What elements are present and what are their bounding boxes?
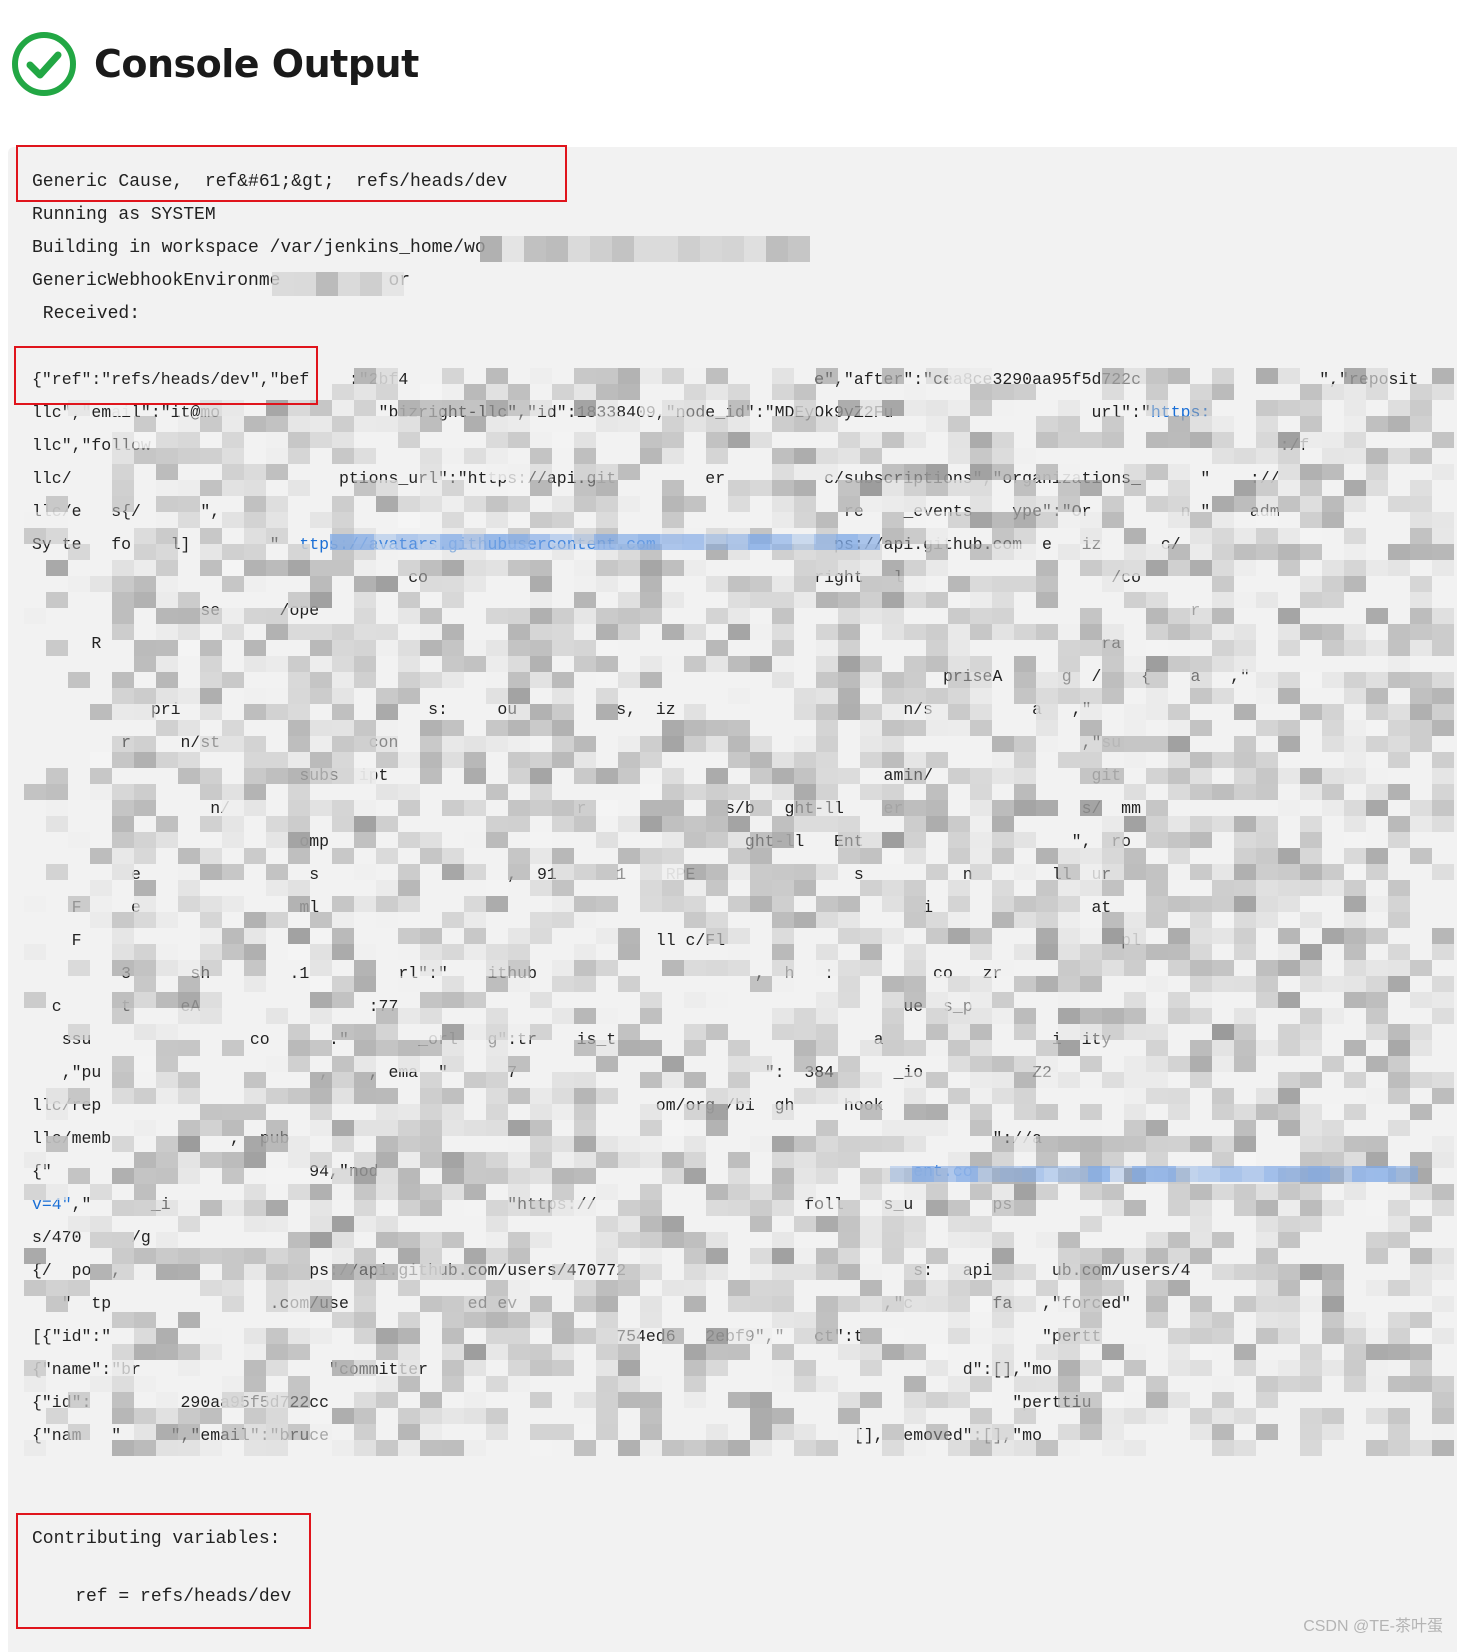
payload-line: llc/ ptions_url":"https://api.git er c/s… [32,468,1280,490]
payload-line: ssu co ." _orl g":tr is_t a i ity [32,1029,1112,1051]
payload-fragment: omp ght-ll Ent ", ro [32,832,1132,851]
payload-fragment: ," _i "https:// foll s_u ps [71,1195,1013,1214]
page-header: Console Output [10,30,419,98]
payload-line: r n/st con ,"su [32,732,1121,754]
payload-fragment: subs ipt amin/ git [32,766,1122,785]
payload-line: {" 94,"nod ent.co [32,1161,973,1183]
payload-link-fragment: https: [1150,403,1211,422]
highlight-box-variables [16,1513,311,1629]
payload-line: se /ope r [32,600,1200,622]
payload-fragment: {"id": 290aa95f5d722cc "perttiu [32,1393,1092,1412]
payload-line: llc/memb , pub "://a [32,1128,1042,1150]
highlight-box-ref [14,346,318,405]
payload-fragment: llc/rep om/org /bi gh hook [32,1096,884,1115]
payload-fragment: co right l /co [32,568,1141,587]
payload-fragment: 3 sh .1 rl":" ithub , h : co zr [32,964,1003,983]
payload-line: [{"id":" 754ed6 2ebf9"," ct":t "pertt [32,1326,1101,1348]
payload-fragment: priseA g / { a ," [32,667,1250,686]
payload-fragment: s/470 /g [32,1228,864,1247]
highlight-box-cause [16,145,567,202]
payload-line: F ll c/Fl pl [32,930,1141,952]
payload-line: e s , 91 1 RPE s n ll ur [32,864,1111,886]
payload-line: omp ght-ll Ent ", ro [32,831,1131,853]
payload-line: ,"pu , , ema " 7 ": 384 _io Z2 [32,1062,1052,1084]
watermark: CSDN @TE-茶叶蛋 [1303,1618,1443,1635]
payload-fragment: {"name":"br "committer d":[],"mo [32,1360,1052,1379]
payload-link-fragment: ttps://avatars.githubusercontent.com [279,535,676,554]
payload-fragment: r n/st con ,"su [32,733,1122,752]
payload-link-fragment: v=4" [32,1195,72,1214]
payload-line: subs ipt amin/ git [32,765,1121,787]
payload-fragment: llc","email":"it@mo "bizright-llc","id":… [32,403,1151,422]
payload-line: n/ r s/b ght-ll er s/ mm [32,798,1141,820]
payload-line: 3 sh .1 rl":" ithub , h : co zr [32,963,1002,985]
payload-fragment: llc","follow :/f [32,436,1310,455]
payload-fragment: {"nam " ","email":"bruce [], emoved":[],… [32,1426,1042,1445]
payload-line: Sy te fo l] " ttps://avatars.githubuserc… [32,534,1181,556]
page-title: Console Output [94,42,419,86]
payload-fragment: ps://api.github.com e iz c/ [675,535,1181,554]
payload-line: s/470 /g [32,1227,864,1249]
console-line-received: Received: [32,304,141,324]
payload-fragment: pri s: ou s, iz n/s a ," [32,700,1092,719]
payload-fragment: llc/memb , pub "://a [32,1129,1042,1148]
payload-line: priseA g / { a ," [32,666,1250,688]
console-line-workspace: Building in workspace /var/jenkins_home/… [32,238,486,258]
payload-line: co right l /co [32,567,1141,589]
payload-line: {/ po , ps://api.github.com/users/470772… [32,1260,1191,1282]
payload-fragment: e s , 91 1 RPE s n ll ur [32,865,1112,884]
check-circle-icon [12,32,76,96]
payload-line: {"id": 290aa95f5d722cc "perttiu [32,1392,1091,1414]
payload-line: pri s: ou s, iz n/s a ," [32,699,1092,721]
payload-line: R ra [32,633,1121,655]
payload-line: llc/rep om/org /bi gh hook [32,1095,884,1117]
payload-fragment: {/ po , ps://api.github.com/users/470772… [32,1261,1191,1280]
payload-line: " tp .com/use ed ev ,"c fa ,"forced" [32,1293,1131,1315]
console-line-contributor: GenericWebhookEnvironme or [32,271,411,291]
console-line-user: Running as SYSTEM [32,205,216,225]
payload-fragment: n/ r s/b ght-ll er s/ mm [32,799,1141,818]
payload-line: c t eA :77 ue s_p [32,996,973,1018]
payload-fragment: {" 94,"nod [32,1162,914,1181]
payload-line: {"name":"br "committer d":[],"mo [32,1359,1052,1381]
payload-line: {"nam " ","email":"bruce [], emoved":[],… [32,1425,1042,1447]
payload-line: llc","email":"it@mo "bizright-llc","id":… [32,402,1210,424]
payload-line: llc/e s{/ ", re _events ype":"Or n " adm [32,501,1280,523]
payload-fragment: se /ope r [32,601,1201,620]
payload-fragment: llc/ ptions_url":"https://api.git er c/s… [32,469,1280,488]
payload-fragment: " tp .com/use ed ev ,"c fa ,"forced" [32,1294,1132,1313]
payload-fragment: F ll c/Fl pl [32,931,1141,950]
payload-line: F e ml i at [32,897,1112,919]
payload-fragment: R ra [32,634,1122,653]
payload-fragment: ssu co ." _orl g":tr is_t a i ity [32,1030,1112,1049]
payload-link-fragment: ent.co [913,1162,973,1181]
payload-fragment: llc/e s{/ ", re _events ype":"Or n " adm [32,502,1280,521]
payload-fragment: F e ml i at [32,898,1112,917]
payload-fragment: Sy te fo l] " [32,535,280,554]
payload-line: v=4"," _i "https:// foll s_u ps [32,1194,1012,1216]
payload-line: llc","follow :/f [32,435,1309,457]
payload-fragment: [{"id":" 754ed6 2ebf9"," ct":t "pertt [32,1327,1102,1346]
payload-fragment: c t eA :77 ue s_p [32,997,973,1016]
payload-fragment: ,"pu , , ema " 7 ": 384 _io Z2 [32,1063,1052,1082]
